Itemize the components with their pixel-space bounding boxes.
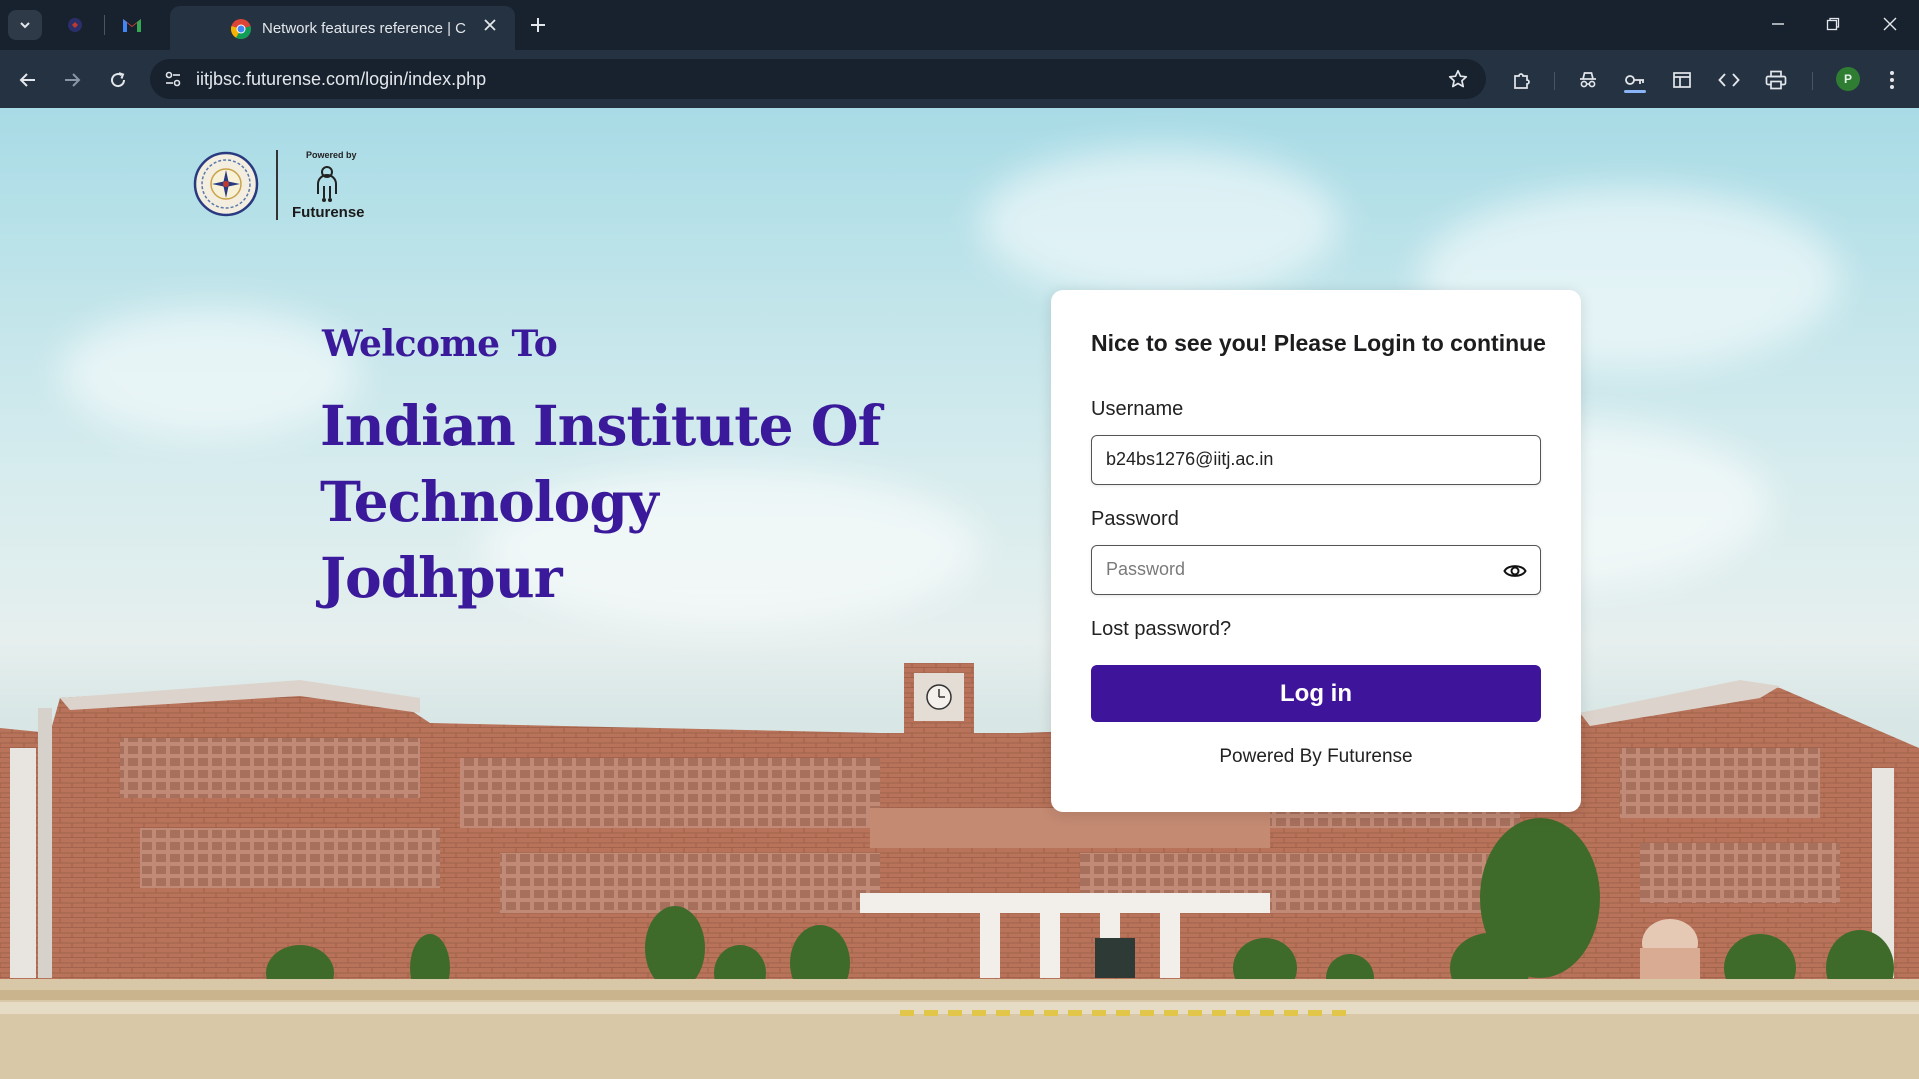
institute-name-line: Jodhpur xyxy=(320,545,563,610)
pinned-tab-futurense[interactable] xyxy=(55,9,95,41)
close-icon xyxy=(1883,17,1897,31)
devtools-button[interactable] xyxy=(1713,64,1745,96)
eye-icon xyxy=(1503,565,1527,577)
address-bar[interactable]: iitjbsc.futurense.com/login/index.php xyxy=(150,59,1486,99)
chevron-down-icon xyxy=(20,22,30,29)
powered-by-footer: Powered By Futurense xyxy=(1219,746,1413,767)
tab-search-button[interactable] xyxy=(8,10,42,40)
gmail-icon xyxy=(123,19,141,32)
institute-name-line: Indian Institute Of xyxy=(320,393,881,458)
password-field[interactable] xyxy=(1091,545,1541,595)
tab-title: Network features reference | C xyxy=(262,20,466,37)
campus-building-image xyxy=(0,663,1919,1079)
restore-button[interactable] xyxy=(1815,8,1851,40)
toolbar-separator xyxy=(1812,72,1813,90)
restore-icon xyxy=(1826,17,1840,31)
iitj-emblem-icon xyxy=(193,151,259,217)
code-icon xyxy=(1718,73,1740,87)
tab-close-button[interactable] xyxy=(478,13,502,37)
welcome-heading: Welcome To xyxy=(322,323,558,365)
password-input[interactable] xyxy=(1106,546,1486,593)
key-icon xyxy=(1625,75,1644,85)
printer-icon xyxy=(1765,70,1787,90)
lost-password-link[interactable]: Lost password? xyxy=(1091,618,1231,641)
minimize-button[interactable] xyxy=(1760,8,1796,40)
new-tab-button[interactable] xyxy=(524,11,552,39)
login-heading: Nice to see you! Please Login to continu… xyxy=(1091,330,1546,356)
tune-icon xyxy=(165,71,181,87)
futurense-favicon-icon xyxy=(68,18,82,32)
star-icon xyxy=(1448,69,1468,88)
tab-layout-button[interactable] xyxy=(1666,64,1698,96)
close-window-button[interactable] xyxy=(1872,8,1908,40)
institute-name: Indian Institute Of Technology Jodhpur xyxy=(320,388,920,616)
username-field[interactable] xyxy=(1091,435,1541,485)
login-page: Powered by Futurense Welcome To Indian I… xyxy=(0,108,1919,1079)
chrome-menu-button[interactable] xyxy=(1876,64,1908,96)
minimize-icon xyxy=(1772,23,1784,25)
back-button[interactable] xyxy=(12,64,44,96)
active-indicator xyxy=(1624,90,1646,93)
profile-avatar[interactable]: P xyxy=(1836,67,1860,91)
pinned-tab-gmail[interactable] xyxy=(112,9,152,41)
bookmark-button[interactable] xyxy=(1444,65,1472,93)
url-text[interactable]: iitjbsc.futurense.com/login/index.php xyxy=(196,69,486,90)
futurense-logo-icon xyxy=(317,166,337,202)
incognito-button[interactable] xyxy=(1572,64,1604,96)
login-card: Nice to see you! Please Login to continu… xyxy=(1051,290,1581,812)
powered-by-text: Powered by xyxy=(306,150,357,160)
site-info-button[interactable] xyxy=(158,64,188,94)
print-button[interactable] xyxy=(1760,64,1792,96)
more-vertical-icon xyxy=(1890,71,1894,89)
plus-icon xyxy=(531,18,545,32)
tab-strip: Network features reference | C xyxy=(0,0,1919,50)
chrome-icon xyxy=(231,19,251,40)
forward-button[interactable] xyxy=(56,64,88,96)
extensions-button[interactable] xyxy=(1506,64,1538,96)
institute-name-line: Technology xyxy=(320,469,659,534)
puzzle-icon xyxy=(1514,73,1530,89)
table-icon xyxy=(1673,72,1691,88)
logo-area: Powered by Futurense xyxy=(192,146,372,221)
show-password-button[interactable] xyxy=(1502,558,1528,584)
username-input[interactable] xyxy=(1106,436,1486,483)
tab-separator xyxy=(104,15,105,35)
username-label: Username xyxy=(1091,398,1184,420)
arrow-left-icon xyxy=(19,73,35,87)
toolbar-separator xyxy=(1554,72,1555,90)
reload-icon xyxy=(111,72,126,88)
browser-toolbar: iitjbsc.futurense.com/login/index.php xyxy=(0,50,1919,108)
arrow-right-icon xyxy=(65,73,81,87)
logo-divider xyxy=(276,150,278,220)
close-icon xyxy=(484,19,496,31)
tab-network-features[interactable]: Network features reference | C xyxy=(170,6,515,50)
password-label: Password xyxy=(1091,508,1179,530)
login-button[interactable]: Log in xyxy=(1091,665,1541,722)
reload-button[interactable] xyxy=(102,64,134,96)
incognito-icon xyxy=(1580,72,1596,88)
futurense-brand-text: Futurense xyxy=(292,204,365,221)
